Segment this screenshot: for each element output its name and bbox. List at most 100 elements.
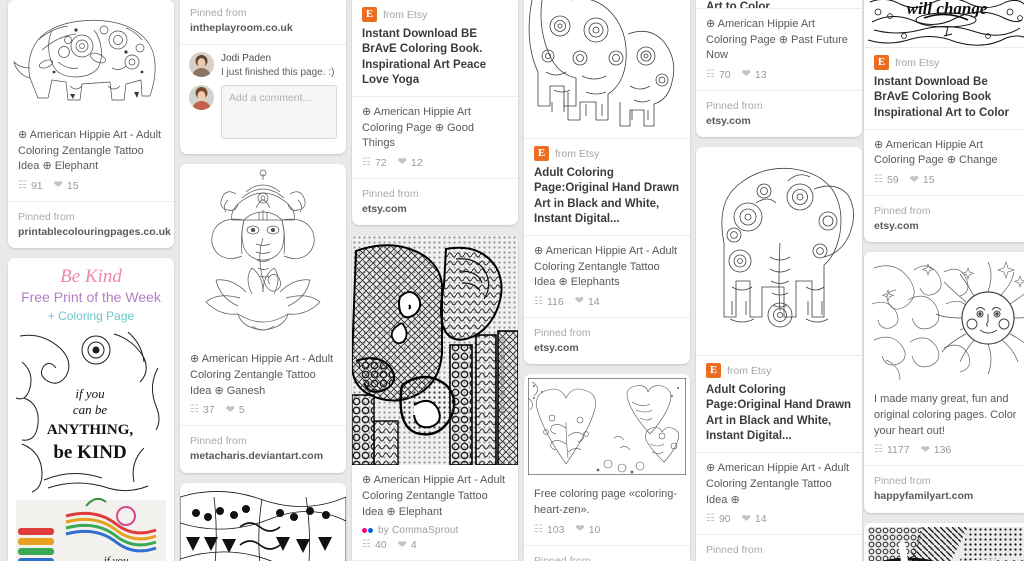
pin-elephant-zentangle-flickr-commasprout[interactable]: http://commaspot.blogspot.com ⊕ American… [352,235,518,561]
pin-image-zentangle-patchwork[interactable] [180,482,346,561]
pinned-from-block[interactable]: Pinned from etsy.com [352,179,518,225]
pin-image-detailed-elephant[interactable]: http://commaspot.blogspot.com [352,235,518,466]
pin-adult-coloring-page-elephants-etsy[interactable]: E from Etsy Adult Coloring Page:Original… [524,0,690,365]
pin-image-floral-elephant[interactable] [696,147,862,356]
avatar-jodi[interactable] [189,52,214,78]
repin-stat[interactable]: ☷ 116 [534,296,564,308]
pin-image-will-change-banner[interactable]: will change [864,0,1024,47]
pinned-from-block[interactable]: Pinned from metacharis.deviantart.com [180,426,346,472]
repin-count: 59 [886,174,899,187]
heart-icon: ❤ [53,179,63,192]
pinned-from-source[interactable]: printablecolouringpages.co.uk [18,225,171,240]
pinned-from-block[interactable]: Pinned from intheplayroom.co.uk [180,0,346,44]
like-stat[interactable]: ❤ 15 [910,174,935,186]
pin-title[interactable]: Adult Coloring Page:Original Hand Drawn … [524,164,690,235]
like-count: 4 [410,539,417,552]
pinned-from-source[interactable]: etsy.com [534,341,680,356]
pin-attribution[interactable]: by CommaSprout [352,524,518,538]
pinned-from-block[interactable]: Pinned from etsy.com [864,196,1024,242]
pinned-from-block[interactable]: Pinned from printablecolouringpages.co.u… [8,202,174,248]
pinned-from-label: Pinned from [874,475,931,488]
pin-art-to-color-past-future-now[interactable]: Art to Color ⊕ American Hippie Art Color… [696,0,862,138]
repin-stat[interactable]: ☷ 90 [706,513,731,525]
repin-stat[interactable]: ☷ 37 [190,404,215,416]
pin-free-coloring-page-heart-zen[interactable]: Free coloring page «coloring-heart-zen».… [524,374,690,561]
pin-zentangle-patchwork-clipped-bottom[interactable] [180,482,346,561]
pin-image-two-elephants[interactable] [524,0,690,138]
pin-image-sun-swirls[interactable] [864,252,1024,385]
heart-icon: ❤ [741,68,751,81]
like-stat[interactable]: ❤ 14 [742,513,767,525]
repin-stat[interactable]: ☷ 59 [874,174,899,186]
svg-text:http://commaspot.blogspot.com: http://commaspot.blogspot.com [500,338,506,415]
repin-stat[interactable]: ☷ 91 [18,180,43,192]
pin-intheplayroom-with-comments[interactable]: Pinned from intheplayroom.co.uk Jodi Pad… [180,0,346,155]
repin-stat[interactable]: ☷ 72 [362,157,387,169]
pinned-from-source[interactable]: intheplayroom.co.uk [190,21,336,36]
comments-section: Jodi Paden I just finished this page. :) [180,45,346,154]
pin-stats: ☷ 91 ❤ 15 [8,179,174,201]
pinned-from-block[interactable]: Pinned from coloring-pages-adults.com [524,546,690,561]
pin-adult-coloring-page-elephant-floral-etsy[interactable]: E from Etsy Adult Coloring Page:Original… [696,147,862,561]
etsy-from-label: from Etsy [895,56,940,69]
repin-stat[interactable]: ☷ 103 [534,524,565,536]
pin-image-love-lettering[interactable] [864,522,1024,561]
pinned-from-block[interactable]: Pinned from etsy.com [696,91,862,137]
pin-image-ganesh[interactable] [180,164,346,345]
pin-icon: ☷ [874,444,883,456]
add-comment-input[interactable] [221,85,337,140]
like-stat[interactable]: ❤ 14 [575,296,600,308]
repin-stat[interactable]: ☷ 1177 [874,444,910,456]
pin-be-kind-free-print[interactable]: Be Kind Free Print of the Week + Colorin… [8,258,174,561]
pin-title-clipped[interactable]: Art to Color [696,0,862,8]
pinned-from-source[interactable]: etsy.com [706,114,852,129]
like-stat[interactable]: ❤ 4 [398,539,417,551]
pin-be-brave-coloring-book-peace-love-yoga[interactable]: E from Etsy Instant Download BE BrAvE Co… [352,0,518,226]
etsy-from-label: from Etsy [383,8,428,21]
etsy-attribution-row[interactable]: E from Etsy [864,48,1024,73]
pinned-from-block[interactable]: Pinned from happyfamilyart.com [864,466,1024,512]
column-6: will change E from Etsy Instant Download… [864,0,1024,561]
attribution-text[interactable]: by CommaSprout [378,525,459,536]
pinned-from-source[interactable]: etsy.com [874,219,1020,234]
svg-text:if you: if you [104,555,129,561]
pin-title[interactable]: Instant Download BE BrAvE Coloring Book.… [352,25,518,96]
pin-description: ⊕ American Hippie Art Coloring Page ⊕ Go… [362,106,474,150]
avatar-current-user[interactable] [189,85,214,111]
comment-author[interactable]: Jodi Paden [221,52,334,66]
pinned-from-block[interactable]: Pinned from etsy.com [524,318,690,364]
pin-be-brave-coloring-book-will-change[interactable]: will change E from Etsy Instant Download… [864,0,1024,243]
pinned-from-block[interactable]: Pinned from etsy.com [696,535,862,561]
pin-title[interactable]: Adult Coloring Page:Original Hand Drawn … [696,381,862,452]
pin-image-mandala-elephant[interactable] [8,0,174,120]
like-stat[interactable]: ❤ 12 [398,157,423,169]
repin-count: 70 [718,68,731,81]
pin-happyfamilyart-sun-moon[interactable]: I made many great, fun and original colo… [864,252,1024,513]
etsy-attribution-row[interactable]: E from Etsy [524,139,690,164]
repin-stat[interactable]: ☷ 70 [706,69,731,81]
repin-stat[interactable]: ☷ 40 [362,539,387,551]
repin-count: 1177 [886,444,910,457]
pin-title[interactable]: Instant Download Be BrAvE Coloring Book … [864,73,1024,129]
pin-icon: ☷ [534,295,543,307]
like-stat[interactable]: ❤ 136 [921,444,952,456]
heart-icon: ❤ [225,403,235,416]
pin-image-be-kind[interactable]: Be Kind Free Print of the Week + Colorin… [8,258,174,561]
pinned-from-source[interactable]: metacharis.deviantart.com [190,449,336,464]
pin-icon: ☷ [362,539,371,551]
pin-image-zen-hearts[interactable] [524,374,690,480]
pin-icon: ☷ [706,513,715,525]
etsy-attribution-row[interactable]: E from Etsy [352,0,518,25]
etsy-attribution-row[interactable]: E from Etsy [696,356,862,381]
comment-text: I just finished this page. :) [221,66,335,78]
like-stat[interactable]: ❤ 5 [226,404,245,416]
like-stat[interactable]: ❤ 13 [742,69,767,81]
pin-love-zentangle-clipped-bottom[interactable] [864,522,1024,561]
pinned-from-source[interactable]: happyfamilyart.com [874,489,1020,504]
pin-elephant-zentangle-printablecolouringpages[interactable]: ⊕ American Hippie Art - Adult Coloring Z… [8,0,174,249]
like-stat[interactable]: ❤ 10 [576,524,601,536]
pin-ganesh-zentangle-metacharis[interactable]: ⊕ American Hippie Art - Adult Coloring Z… [180,164,346,473]
pinned-from-source[interactable]: etsy.com [362,202,508,217]
like-stat[interactable]: ❤ 15 [54,180,79,192]
pin-stats: ☷ 90 ❤ 14 [696,512,862,534]
